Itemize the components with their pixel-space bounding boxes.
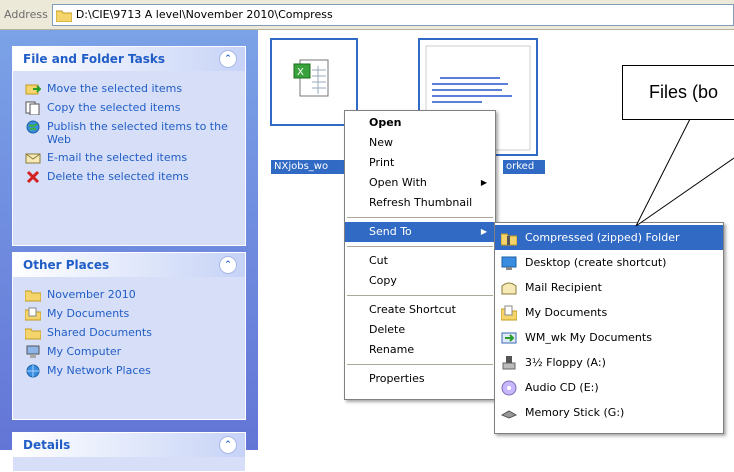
menu-item-open-with[interactable]: Open With ▶	[345, 173, 495, 193]
place-shared-documents[interactable]: Shared Documents	[24, 326, 237, 340]
callout-pointer	[635, 118, 734, 227]
place-label: Shared Documents	[47, 326, 152, 339]
menu-item-send-to[interactable]: Send To ▶	[345, 222, 495, 242]
submenu-label: Mail Recipient	[525, 281, 602, 294]
place-label: My Network Places	[47, 364, 151, 377]
folder-icon	[55, 9, 73, 22]
submenu-label: WM_wk My Documents	[525, 331, 652, 344]
menu-separator	[347, 217, 493, 218]
send-to-wm-wk-documents[interactable]: WM_wk My Documents	[495, 325, 723, 350]
submenu-label: Compressed (zipped) Folder	[525, 231, 680, 244]
collapse-icon[interactable]: ⌃	[219, 50, 237, 68]
submenu-arrow-icon: ▶	[480, 178, 487, 187]
task-delete[interactable]: Delete the selected items	[25, 170, 237, 184]
svg-text:X: X	[297, 67, 304, 78]
send-to-audio-cd[interactable]: Audio CD (E:)	[495, 375, 723, 400]
place-label: My Computer	[47, 345, 122, 358]
mail-icon	[501, 280, 517, 296]
menu-item-new[interactable]: New	[345, 133, 495, 153]
place-label: November 2010	[47, 288, 136, 301]
task-publish[interactable]: Publish the selected items to the Web	[25, 120, 237, 146]
menu-separator	[347, 364, 493, 365]
submenu-label: 3½ Floppy (A:)	[525, 356, 606, 369]
menu-item-rename[interactable]: Rename	[345, 340, 495, 360]
menu-item-properties[interactable]: Properties	[345, 369, 495, 389]
context-menu: Open New Print Open With ▶ Refresh Thumbn…	[344, 110, 496, 400]
send-to-submenu: Compressed (zipped) Folder Desktop (crea…	[494, 222, 724, 434]
task-label: E-mail the selected items	[47, 151, 188, 164]
globe-icon	[25, 120, 41, 134]
callout-box: Files (bo	[622, 65, 734, 120]
panel-title: File and Folder Tasks	[23, 52, 166, 66]
network-drive-icon	[501, 330, 517, 346]
collapse-icon[interactable]: ⌃	[219, 256, 237, 274]
menu-item-delete[interactable]: Delete	[345, 320, 495, 340]
menu-item-cut[interactable]: Cut	[345, 251, 495, 271]
email-icon	[25, 151, 41, 165]
submenu-label: Audio CD (E:)	[525, 381, 599, 394]
menu-separator	[347, 295, 493, 296]
task-label: Delete the selected items	[47, 170, 189, 183]
cd-icon	[501, 380, 517, 396]
task-email[interactable]: E-mail the selected items	[25, 151, 237, 165]
panel-header[interactable]: File and Folder Tasks ⌃	[13, 47, 245, 71]
panel-header[interactable]: Other Places ⌃	[13, 253, 245, 277]
removable-drive-icon	[500, 405, 518, 421]
address-bar: Address D:\CIE\9713 A level\November 201…	[0, 0, 734, 30]
task-copy[interactable]: Copy the selected items	[25, 101, 237, 116]
place-label: My Documents	[47, 307, 130, 320]
menu-item-refresh-thumbnail[interactable]: Refresh Thumbnail	[345, 193, 495, 213]
task-label: Publish the selected items to the Web	[47, 120, 228, 146]
floppy-drive-icon	[501, 355, 517, 371]
network-globe-icon	[25, 364, 41, 378]
submenu-label: My Documents	[525, 306, 608, 319]
submenu-label: Desktop (create shortcut)	[525, 256, 667, 269]
address-path: D:\CIE\9713 A level\November 2010\Compre…	[75, 8, 333, 21]
folder-icon	[24, 326, 42, 340]
desktop-icon	[501, 255, 517, 271]
folder-icon	[24, 288, 42, 302]
menu-item-print[interactable]: Print	[345, 153, 495, 173]
task-label: Copy the selected items	[47, 101, 181, 114]
menu-separator	[347, 246, 493, 247]
copy-icon	[25, 101, 41, 116]
collapse-icon[interactable]: ⌃	[219, 436, 237, 454]
address-field[interactable]: D:\CIE\9713 A level\November 2010\Compre…	[51, 3, 734, 26]
place-my-network-places[interactable]: My Network Places	[25, 364, 237, 378]
file-caption[interactable]: orked	[503, 160, 545, 174]
delete-icon	[25, 170, 41, 184]
place-my-documents[interactable]: My Documents	[24, 307, 237, 321]
place-my-computer[interactable]: My Computer	[25, 345, 237, 359]
send-to-mail-recipient[interactable]: Mail Recipient	[495, 275, 723, 300]
send-to-floppy[interactable]: 3½ Floppy (A:)	[495, 350, 723, 375]
computer-icon	[25, 345, 41, 359]
send-to-memory-stick[interactable]: Memory Stick (G:)	[495, 400, 723, 425]
task-label: Move the selected items	[47, 82, 183, 95]
send-to-desktop[interactable]: Desktop (create shortcut)	[495, 250, 723, 275]
submenu-arrow-icon: ▶	[480, 227, 487, 236]
documents-folder-icon	[500, 305, 518, 321]
panel-title: Other Places	[23, 258, 110, 272]
task-pane: File and Folder Tasks ⌃ Move the selecte…	[0, 30, 258, 472]
menu-item-copy[interactable]: Copy	[345, 271, 495, 291]
place-november-2010[interactable]: November 2010	[24, 288, 237, 302]
callout-text: Files (bo	[649, 82, 719, 102]
panel-header[interactable]: Details ⌃	[13, 433, 245, 457]
menu-item-open[interactable]: Open	[345, 113, 495, 133]
move-icon	[25, 82, 42, 96]
menu-label: Open With	[369, 176, 427, 189]
file-folder-tasks-panel: File and Folder Tasks ⌃ Move the selecte…	[12, 46, 246, 246]
submenu-label: Memory Stick (G:)	[525, 406, 625, 419]
details-panel: Details ⌃	[12, 432, 246, 472]
menu-item-create-shortcut[interactable]: Create Shortcut	[345, 300, 495, 320]
other-places-panel: Other Places ⌃ November 2010 My Document…	[12, 252, 246, 420]
zip-folder-icon	[500, 230, 518, 246]
address-label: Address	[4, 8, 48, 21]
send-to-compressed-folder[interactable]: Compressed (zipped) Folder	[495, 225, 723, 250]
menu-label: Send To	[369, 225, 412, 238]
task-move[interactable]: Move the selected items	[25, 82, 237, 96]
send-to-my-documents[interactable]: My Documents	[495, 300, 723, 325]
documents-folder-icon	[24, 307, 42, 321]
